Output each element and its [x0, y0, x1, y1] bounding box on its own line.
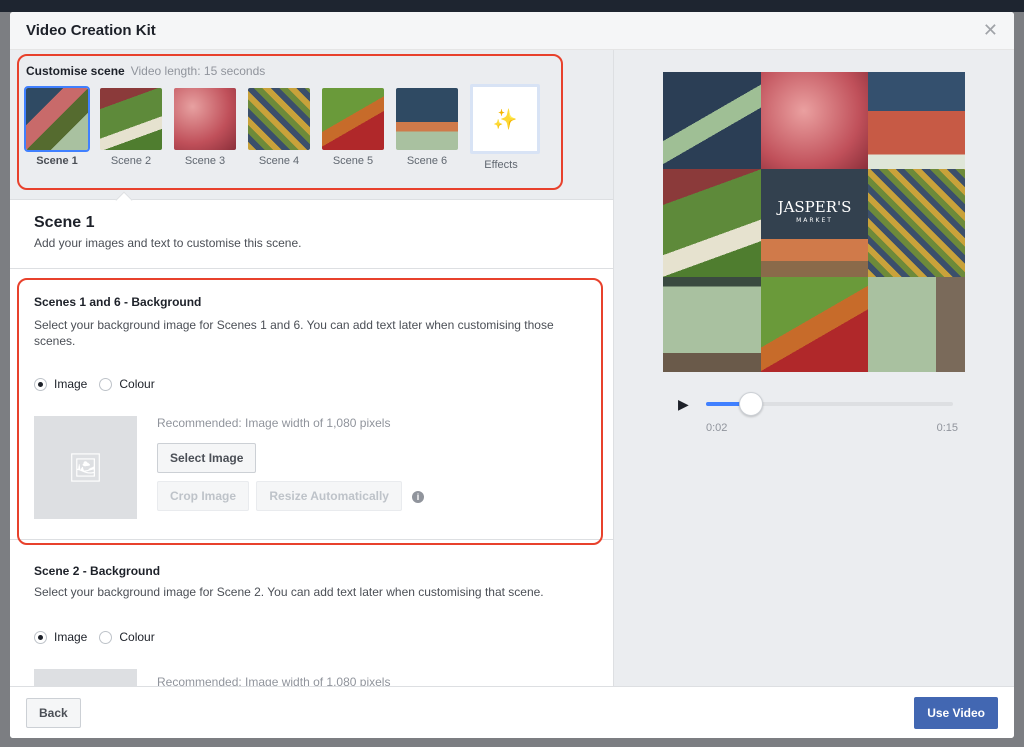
scene-label: Scene 1: [36, 155, 78, 167]
effects-button[interactable]: ✨ Effects: [470, 84, 540, 171]
scene-thumb-6[interactable]: Scene 6: [396, 88, 458, 171]
dialog-header: Video Creation Kit ✕: [10, 12, 1014, 50]
scene-header: Scene 1 Add your images and text to cust…: [10, 200, 613, 269]
current-time: 0:02: [706, 422, 728, 434]
strip-title: Customise scene: [26, 64, 125, 78]
effects-label: Effects: [484, 159, 518, 171]
scene-thumb-3[interactable]: Scene 3: [174, 88, 236, 171]
close-icon[interactable]: ✕: [983, 20, 998, 41]
info-icon[interactable]: i: [411, 490, 424, 503]
photo-icon: 🖼: [67, 452, 104, 483]
crop-image-button[interactable]: Crop Image: [157, 481, 250, 511]
background-section-2: Scene 2 - Background Select your backgro…: [10, 540, 613, 689]
video-length: Video length: 15 seconds: [130, 64, 266, 78]
play-icon[interactable]: ▶: [678, 396, 689, 413]
scene-thumb-5[interactable]: Scene 5: [322, 88, 384, 171]
image-placeholder: [34, 669, 137, 686]
scene-strip: Customise scene Video length: 15 seconds …: [10, 50, 613, 209]
section-description: Select your background image for Scenes …: [34, 318, 554, 348]
select-image-button[interactable]: Select Image: [157, 443, 257, 473]
scene-label: Scene 5: [332, 155, 374, 167]
editor-panel: Customise scene Video length: 15 seconds …: [10, 50, 614, 689]
video-preview: JASPER'S MARKET: [663, 72, 965, 372]
background-section-1: Scenes 1 and 6 - Background Select your …: [10, 269, 613, 540]
video-creation-kit-dialog: Video Creation Kit ✕ Customise scene Vide…: [10, 12, 1014, 738]
resize-automatically-button[interactable]: Resize Automatically: [256, 481, 402, 511]
radio-image[interactable]: Image: [34, 630, 87, 645]
scene-thumb-1[interactable]: Scene 1: [24, 86, 90, 171]
section-title: Scenes 1 and 6 - Background: [34, 295, 202, 309]
scene-thumb-2[interactable]: Scene 2: [100, 88, 162, 171]
total-time: 0:15: [936, 422, 958, 434]
scene-label: Scene 2: [110, 155, 152, 167]
scene-label: Scene 6: [406, 155, 448, 167]
slider-handle[interactable]: [738, 392, 763, 416]
dialog-footer: Back Use Video: [10, 686, 1014, 738]
background-page-header: [0, 0, 1024, 12]
image-placeholder: 🖼: [34, 416, 137, 519]
magic-wand-icon: ✨: [492, 108, 518, 131]
scene-thumb-4[interactable]: Scene 4: [248, 88, 310, 171]
recommended-text: Recommended: Image width of 1,080 pixels: [157, 416, 391, 430]
scene-label: Scene 4: [258, 155, 300, 167]
preview-panel: JASPER'S MARKET ▶ 0:02 0:15: [614, 50, 1014, 686]
radio-image[interactable]: Image: [34, 377, 87, 392]
back-button[interactable]: Back: [26, 697, 81, 728]
dialog-title: Video Creation Kit: [26, 22, 156, 39]
section-description: Select your background image for Scene 2…: [34, 585, 544, 599]
scene-title: Scene 1: [34, 214, 95, 231]
scene-description: Add your images and text to customise th…: [34, 236, 302, 250]
scene-label: Scene 3: [184, 155, 226, 167]
progress-slider[interactable]: [706, 392, 953, 416]
radio-colour[interactable]: Colour: [99, 630, 155, 645]
use-video-button[interactable]: Use Video: [914, 696, 998, 729]
section-title: Scene 2 - Background: [34, 564, 161, 578]
jaspers-market-logo: JASPER'S MARKET: [777, 198, 852, 225]
radio-colour[interactable]: Colour: [99, 377, 155, 392]
